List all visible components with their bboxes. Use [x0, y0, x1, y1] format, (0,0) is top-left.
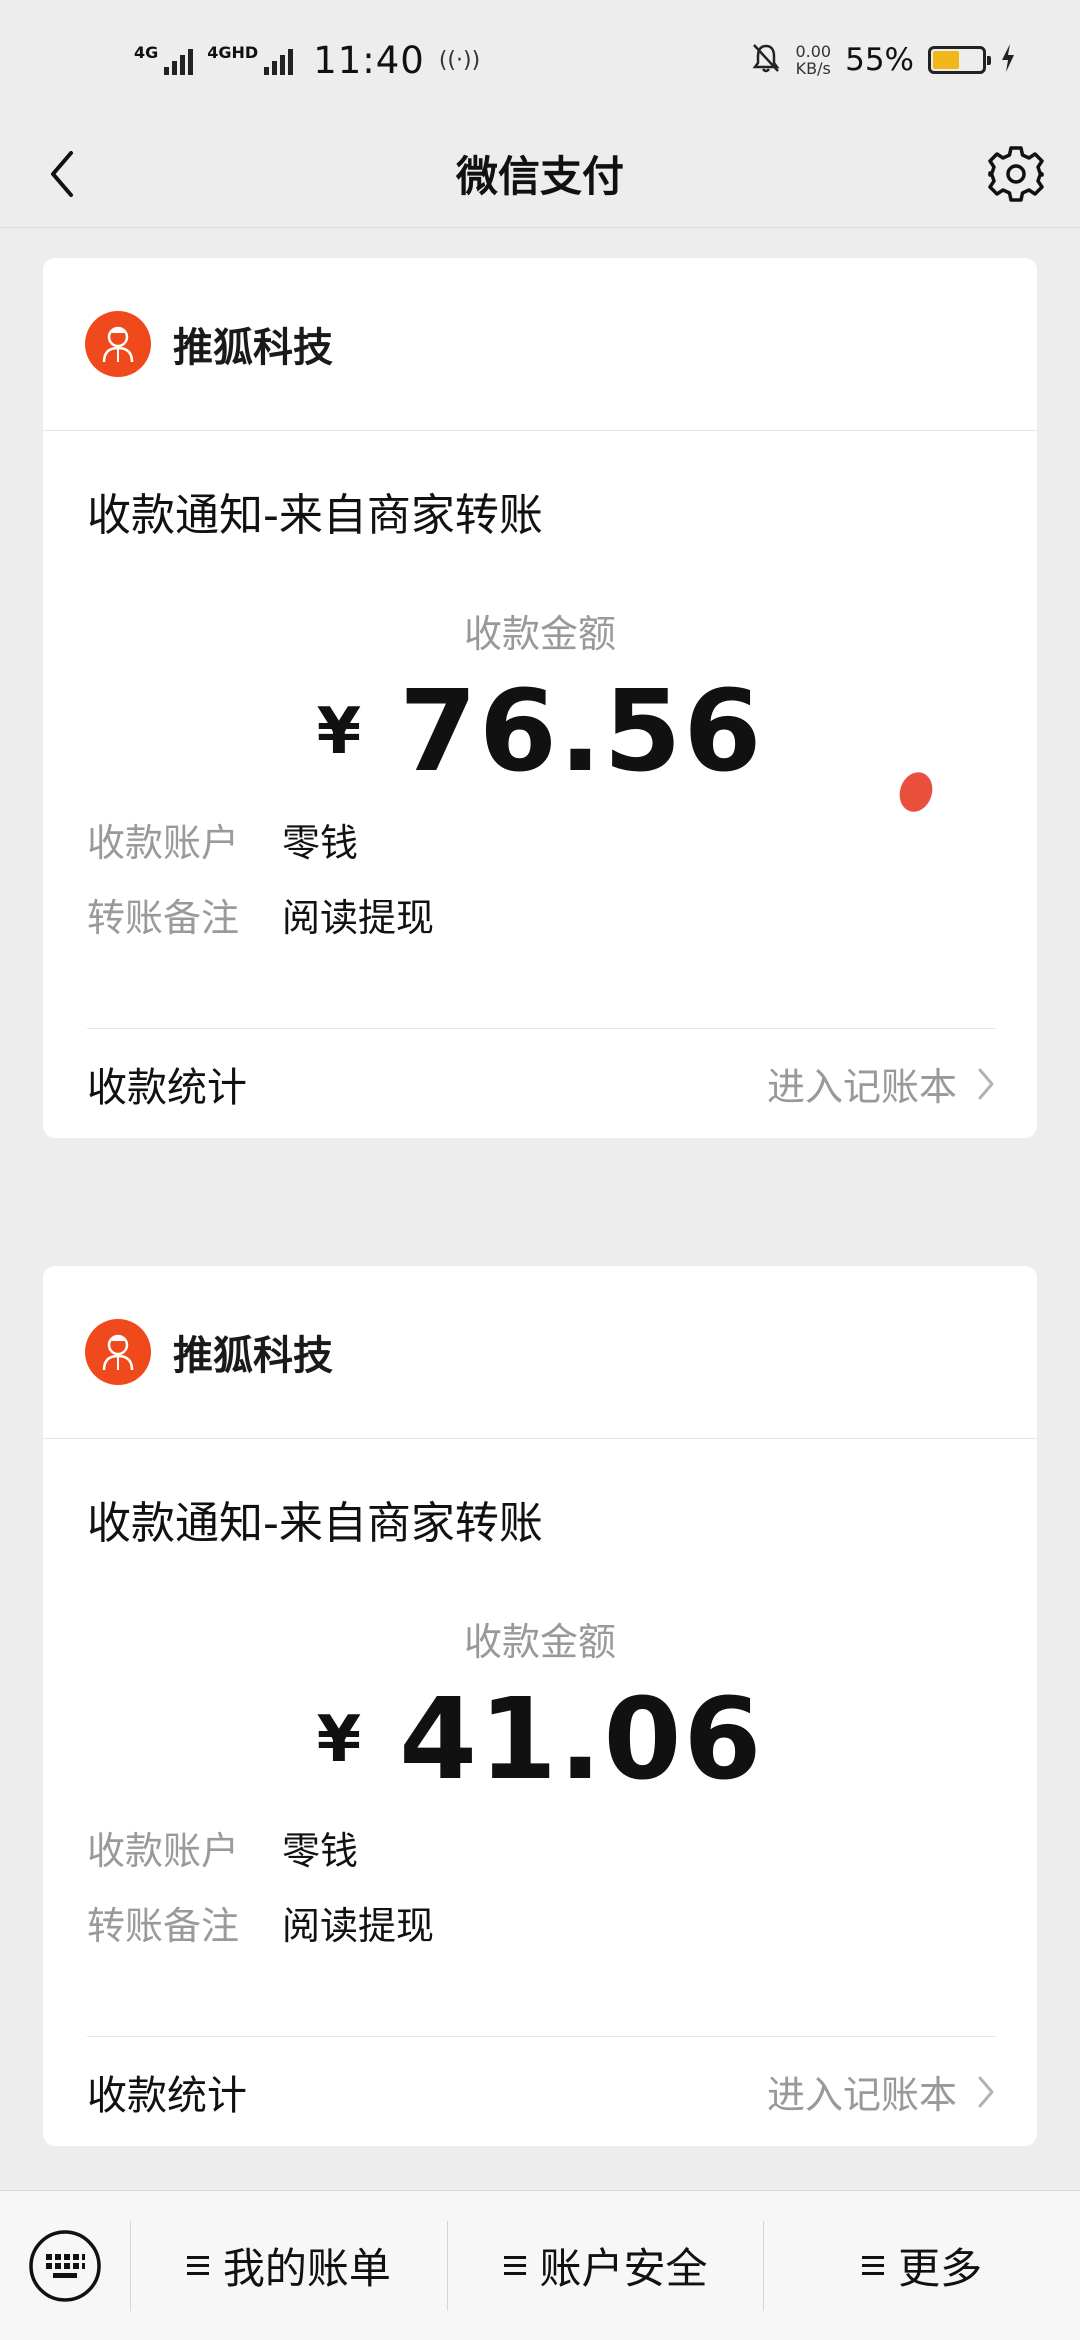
account-label: 收款账户 [87, 1829, 240, 1873]
tab-more[interactable]: 更多 [764, 2191, 1080, 2340]
network-type-2: 4GHD [207, 43, 259, 62]
amount-row: ¥ 41.06 [43, 1675, 1037, 1805]
settings-button[interactable] [982, 140, 1050, 208]
payment-notice-card[interactable]: 推狐科技 收款通知-来自商家转账 收款金额 ¥ 41.06 收款账户 零钱 转账… [43, 1266, 1037, 2146]
merchant-header[interactable]: 推狐科技 [43, 258, 1037, 431]
bottom-menu-bar: 我的账单 账户安全 更多 [0, 2190, 1080, 2340]
status-left: 4G 4GHD 11:40 ((·)) [134, 39, 480, 82]
tab-my-bills-label: 我的账单 [222, 2244, 391, 2293]
chevron-right-icon [978, 2076, 994, 2107]
battery-fill [933, 51, 960, 69]
amount-label: 收款金额 [463, 612, 616, 656]
stats-label: 收款统计 [87, 2072, 247, 2119]
amount-value: 41.06 [399, 1675, 764, 1805]
merchant-logo-icon [85, 1319, 151, 1385]
merchant-name: 推狐科技 [173, 1333, 333, 1379]
chevron-right-icon [978, 1068, 994, 1099]
note-label: 转账备注 [87, 896, 240, 940]
currency-symbol: ¥ [316, 695, 362, 769]
keyboard-toggle-button[interactable] [0, 2191, 130, 2340]
note-value: 阅读提现 [282, 896, 435, 940]
merchant-logo-icon [85, 311, 151, 377]
payment-notice-card[interactable]: 推狐科技 收款通知-来自商家转账 收款金额 ¥ 76.56 收款账户 零钱 转账… [43, 258, 1037, 1138]
account-value: 零钱 [282, 1829, 359, 1873]
amount-label: 收款金额 [463, 1620, 616, 1664]
menu-lines-icon [503, 2256, 526, 2275]
note-value: 阅读提现 [282, 1904, 435, 1948]
ledger-link-label: 进入记账本 [766, 1065, 957, 1109]
keyboard-icon [29, 2229, 101, 2302]
stats-label: 收款统计 [87, 1064, 247, 1111]
menu-lines-icon [186, 2256, 209, 2275]
ledger-link[interactable]: 进入记账本 [767, 2064, 995, 2119]
network-type-1: 4G [134, 43, 159, 62]
merchant-name: 推狐科技 [173, 325, 333, 371]
note-row: 转账备注 阅读提现 [43, 877, 1037, 952]
note-row: 转账备注 阅读提现 [43, 1885, 1037, 1960]
nav-bar: 微信支付 [0, 120, 1080, 228]
signal-1-icon: 4G [134, 43, 194, 75]
amount-row: ¥ 76.56 [43, 667, 1037, 797]
back-button[interactable] [30, 142, 94, 206]
menu-lines-icon [862, 2256, 885, 2275]
stats-row[interactable]: 收款统计 进入记账本 [87, 1028, 995, 1138]
charging-icon [1000, 43, 1016, 77]
stats-row[interactable]: 收款统计 进入记账本 [87, 2036, 995, 2146]
tab-more-label: 更多 [898, 2244, 983, 2293]
account-row: 收款账户 零钱 [43, 1810, 1037, 1885]
tab-account-security[interactable]: 账户安全 [448, 2191, 764, 2340]
account-value: 零钱 [282, 821, 359, 865]
battery-icon [928, 46, 991, 74]
currency-symbol: ¥ [316, 1703, 362, 1777]
account-label: 收款账户 [87, 821, 240, 865]
status-time: 11:40 [313, 38, 425, 82]
hotspot-icon: ((·)) [438, 47, 481, 73]
chevron-left-icon [51, 151, 73, 197]
tab-my-bills[interactable]: 我的账单 [131, 2191, 447, 2340]
ledger-link[interactable]: 进入记账本 [767, 1056, 995, 1111]
signal-2-icon: 4GHD [207, 43, 294, 75]
status-right: 0.00 KB/s 55% [751, 42, 1016, 78]
page-title: 微信支付 [455, 152, 624, 201]
network-speed: 0.00 KB/s [795, 43, 831, 77]
merchant-header[interactable]: 推狐科技 [43, 1266, 1037, 1439]
mute-bell-icon [751, 42, 781, 78]
speed-value: 0.00 [795, 42, 832, 61]
status-bar: 4G 4GHD 11:40 ((·)) 0.00 KB/s 55% [0, 0, 1080, 120]
note-label: 转账备注 [87, 1904, 240, 1948]
speed-unit: KB/s [795, 59, 831, 78]
amount-value: 76.56 [399, 667, 764, 797]
gear-icon [988, 146, 1044, 202]
tab-account-security-label: 账户安全 [539, 2244, 708, 2293]
notice-title: 收款通知-来自商家转账 [87, 490, 543, 541]
account-row: 收款账户 零钱 [43, 802, 1037, 877]
notice-title: 收款通知-来自商家转账 [87, 1498, 543, 1549]
battery-percent: 55% [845, 42, 914, 78]
ledger-link-label: 进入记账本 [766, 2073, 957, 2117]
